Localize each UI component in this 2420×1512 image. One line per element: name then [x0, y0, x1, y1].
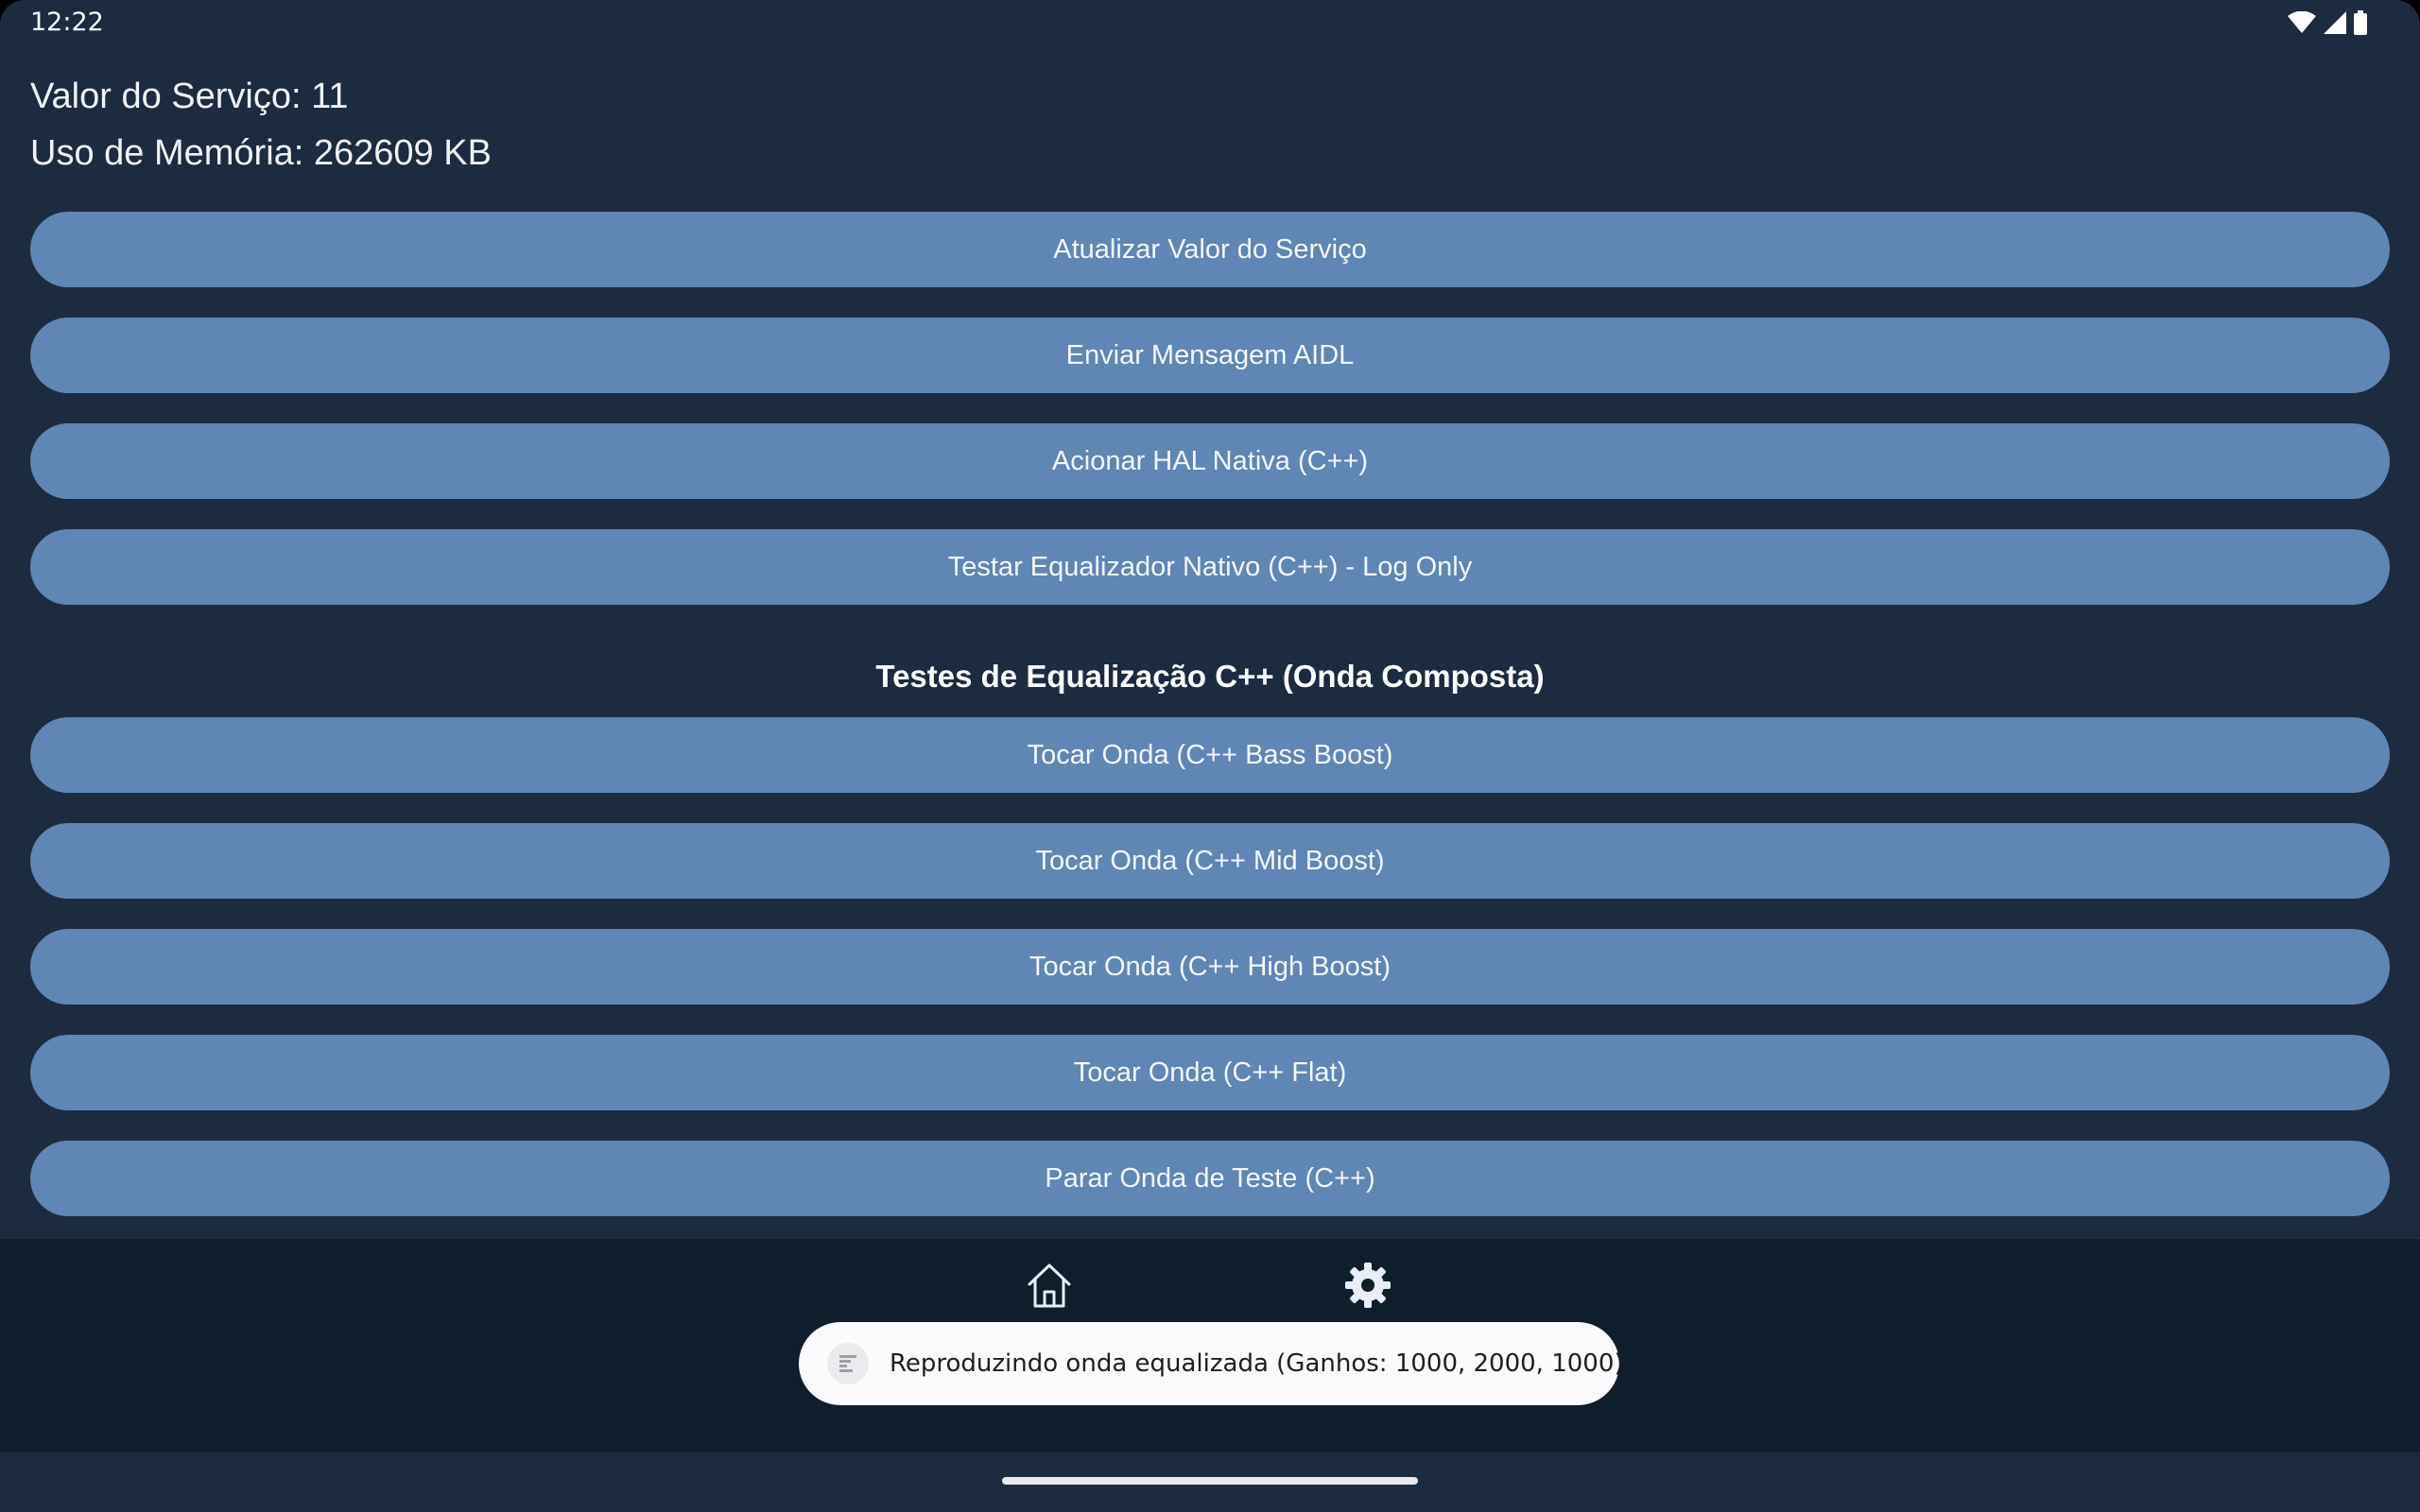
service-value-text: Valor do Serviço: 11: [30, 77, 349, 116]
send-aidl-message-button[interactable]: Enviar Mensagem AIDL: [30, 318, 2390, 393]
play-flat-button[interactable]: Tocar Onda (C++ Flat): [30, 1035, 2390, 1110]
toast-text: Reproduzindo onda equalizada (Ganhos: 10…: [890, 1349, 1624, 1378]
stop-test-wave-button[interactable]: Parar Onda de Teste (C++): [30, 1141, 2390, 1216]
gesture-handle[interactable]: [1002, 1477, 1418, 1485]
play-high-boost-button[interactable]: Tocar Onda (C++ High Boost): [30, 929, 2390, 1005]
battery-icon: [2354, 10, 2367, 35]
status-bar: 12:22: [0, 0, 2420, 45]
toast-message: Reproduzindo onda equalizada (Ganhos: 10…: [799, 1322, 1624, 1405]
home-icon[interactable]: [1019, 1255, 1080, 1315]
trigger-native-hal-button[interactable]: Acionar HAL Nativa (C++): [30, 423, 2390, 499]
app-screen: 12:22 Valor do Serviço: 11 Uso de Memóri…: [0, 0, 2420, 1512]
gear-icon[interactable]: [1338, 1255, 1398, 1315]
test-native-equalizer-button[interactable]: Testar Equalizador Nativo (C++) - Log On…: [30, 529, 2390, 605]
play-bass-boost-button[interactable]: Tocar Onda (C++ Bass Boost): [30, 717, 2390, 793]
app-icon: [827, 1343, 869, 1384]
status-icons: [2288, 9, 2367, 36]
play-mid-boost-button[interactable]: Tocar Onda (C++ Mid Boost): [30, 823, 2390, 899]
signal-icon: [2324, 11, 2346, 34]
status-time: 12:22: [30, 8, 104, 37]
equalization-tests-heading: Testes de Equalização C++ (Onda Composta…: [875, 659, 1545, 694]
wifi-icon: [2288, 11, 2316, 34]
memory-usage-text: Uso de Memória: 262609 KB: [30, 133, 492, 173]
update-service-value-button[interactable]: Atualizar Valor do Serviço: [30, 212, 2390, 287]
